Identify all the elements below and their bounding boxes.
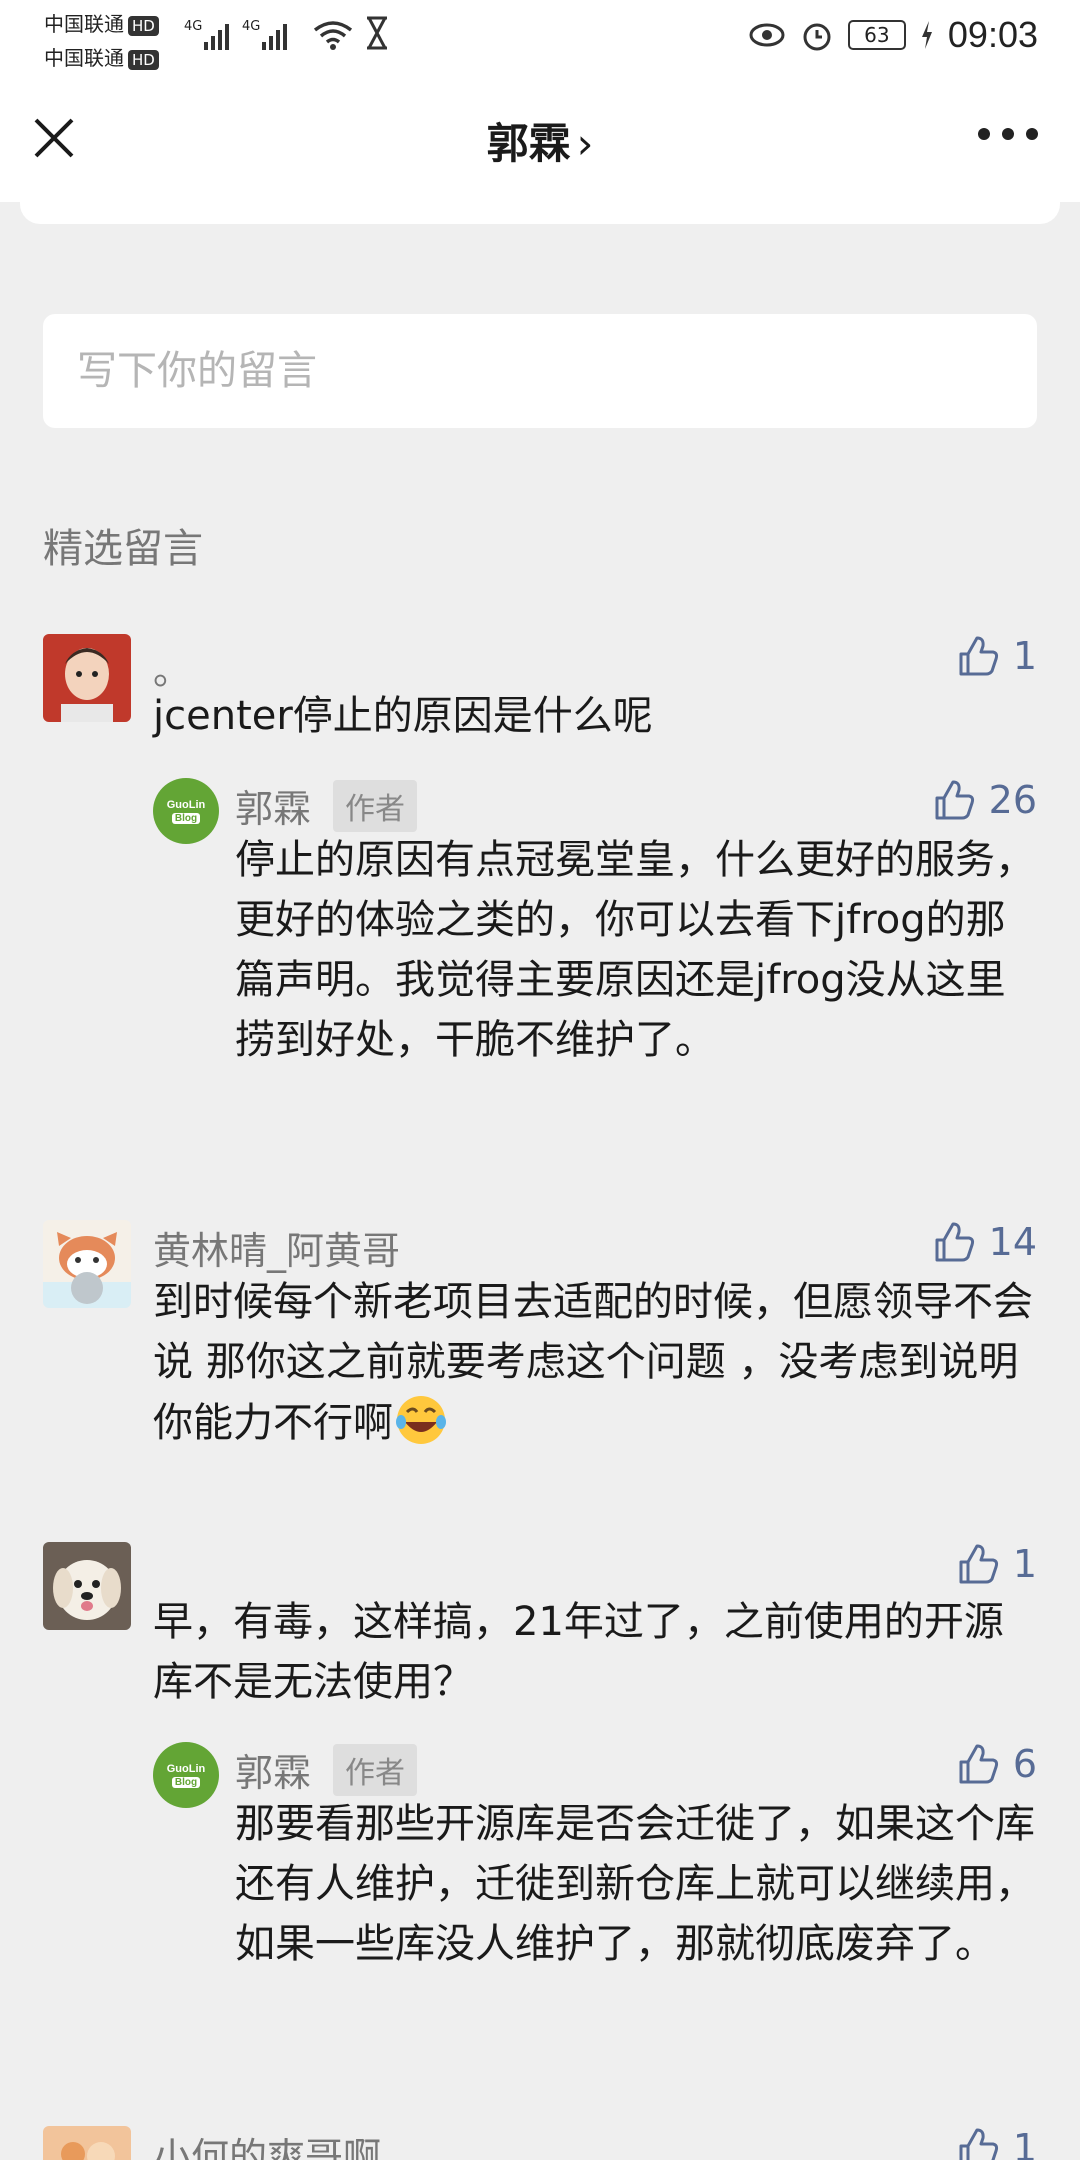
- like-button[interactable]: 1: [957, 634, 1037, 678]
- avatar[interactable]: [43, 1542, 131, 1630]
- article-card-edge: [20, 190, 1060, 224]
- signal-icon: 4G 4G: [184, 19, 287, 50]
- title-bar: 郭霖 ›: [0, 76, 1080, 202]
- like-count: 6: [1012, 1742, 1037, 1786]
- like-button[interactable]: 26: [933, 778, 1037, 822]
- featured-comments-heading: 精选留言: [43, 526, 203, 572]
- like-button[interactable]: 1: [957, 2126, 1037, 2160]
- carrier-2: 中国联通 HD: [44, 42, 159, 71]
- battery-indicator: 63: [847, 20, 906, 50]
- comment-text: jcenter停止的原因是什么呢: [153, 693, 653, 739]
- avatar[interactable]: [43, 634, 131, 722]
- like-button[interactable]: 6: [957, 1742, 1037, 1786]
- thumbs-up-icon: [959, 2128, 998, 2160]
- comment-input[interactable]: 写下你的留言: [43, 314, 1037, 428]
- reply-author: 郭霖: [235, 1751, 312, 1795]
- thumbs-up-icon: [935, 780, 974, 820]
- author-badge: 作者: [333, 779, 418, 832]
- like-count: 26: [988, 778, 1037, 822]
- like-count: 14: [988, 1220, 1037, 1264]
- like-button[interactable]: 14: [933, 1220, 1037, 1264]
- wifi-icon: [313, 21, 353, 50]
- thumbs-up-icon: [959, 1744, 998, 1784]
- like-count: 1: [1012, 1542, 1037, 1586]
- clock: 09:03: [947, 14, 1038, 55]
- carrier-1: 中国联通 HD: [44, 8, 159, 37]
- page-title[interactable]: 郭霖 ›: [0, 110, 1080, 171]
- author-avatar[interactable]: GuoLin Blog: [153, 1742, 219, 1808]
- eye-icon: [749, 23, 785, 47]
- like-count: 1: [1012, 2126, 1037, 2160]
- alarm-icon: [803, 23, 831, 51]
- reply-author: 郭霖: [235, 787, 312, 831]
- hourglass-icon: [367, 16, 387, 50]
- laughing-emoji-icon: [396, 1396, 446, 1444]
- status-bar: 中国联通 HD 中国联通 HD 4G 4G 63 09:03: [0, 0, 1080, 76]
- like-count: 1: [1012, 634, 1037, 678]
- charging-icon: [921, 21, 932, 49]
- comment-author: 黄林晴_阿黄哥: [153, 1229, 401, 1273]
- thumbs-up-icon: [959, 1544, 998, 1584]
- comment-text: 早，有毒，这样搞，21年过了，之前使用的开源库不是无法使用？: [153, 1599, 1004, 1705]
- author-avatar[interactable]: GuoLin Blog: [153, 778, 219, 844]
- svg-text:4G: 4G: [184, 19, 202, 34]
- reply-text: 停止的原因有点冠冕堂皇，什么更好的服务，更好的体验之类的，你可以去看下jfrog…: [235, 837, 1035, 1063]
- thumbs-up-icon: [959, 636, 998, 676]
- avatar[interactable]: [43, 1220, 131, 1308]
- more-options-button[interactable]: [978, 128, 1038, 140]
- author-badge: 作者: [333, 1743, 418, 1796]
- svg-text:4G: 4G: [242, 19, 260, 34]
- avatar[interactable]: [43, 2126, 131, 2160]
- like-button[interactable]: 1: [957, 1542, 1037, 1586]
- comment-author: 小何的爽哥啊: [153, 2135, 382, 2160]
- comment-text: 到时候每个新老项目去适配的时候，但愿领导不会说 那你这之前就要考虑这个问题 ，没…: [153, 1279, 1033, 1446]
- thumbs-up-icon: [935, 1222, 974, 1262]
- reply-text: 那要看那些开源库是否会迁徙了，如果这个库还有人维护，迁徙到新仓库上就可以继续用，…: [235, 1801, 1035, 1967]
